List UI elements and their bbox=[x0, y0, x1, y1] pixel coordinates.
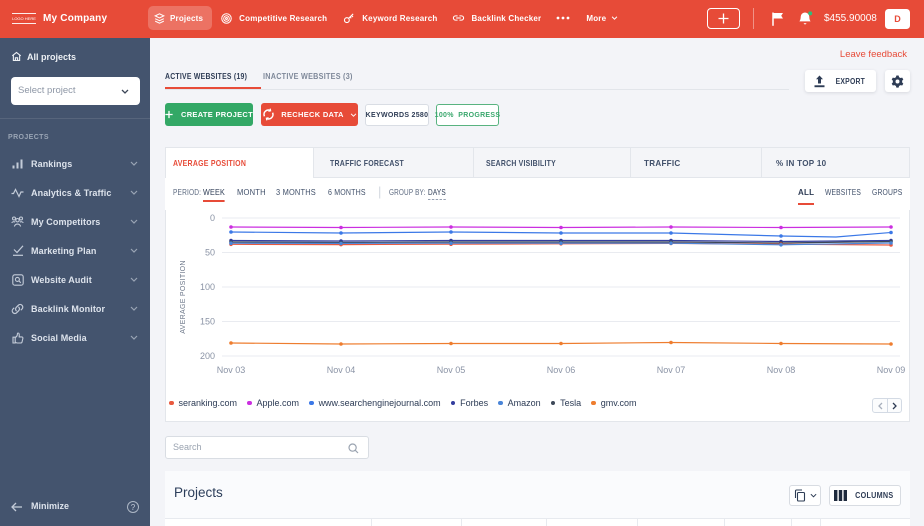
svg-text:Nov 05: Nov 05 bbox=[437, 365, 466, 375]
svg-text:50: 50 bbox=[205, 248, 215, 258]
svg-text:150: 150 bbox=[200, 317, 215, 327]
svg-text:Nov 09: Nov 09 bbox=[877, 365, 906, 375]
svg-text:Nov 04: Nov 04 bbox=[327, 365, 356, 375]
svg-text:100: 100 bbox=[200, 282, 215, 292]
svg-text:Nov 07: Nov 07 bbox=[657, 365, 686, 375]
svg-text:AVERAGE POSITION: AVERAGE POSITION bbox=[180, 260, 187, 334]
svg-text:0: 0 bbox=[210, 213, 215, 223]
svg-text:Nov 08: Nov 08 bbox=[767, 365, 796, 375]
svg-text:Nov 06: Nov 06 bbox=[547, 365, 576, 375]
svg-text:200: 200 bbox=[200, 351, 215, 361]
svg-text:Nov 03: Nov 03 bbox=[217, 365, 246, 375]
